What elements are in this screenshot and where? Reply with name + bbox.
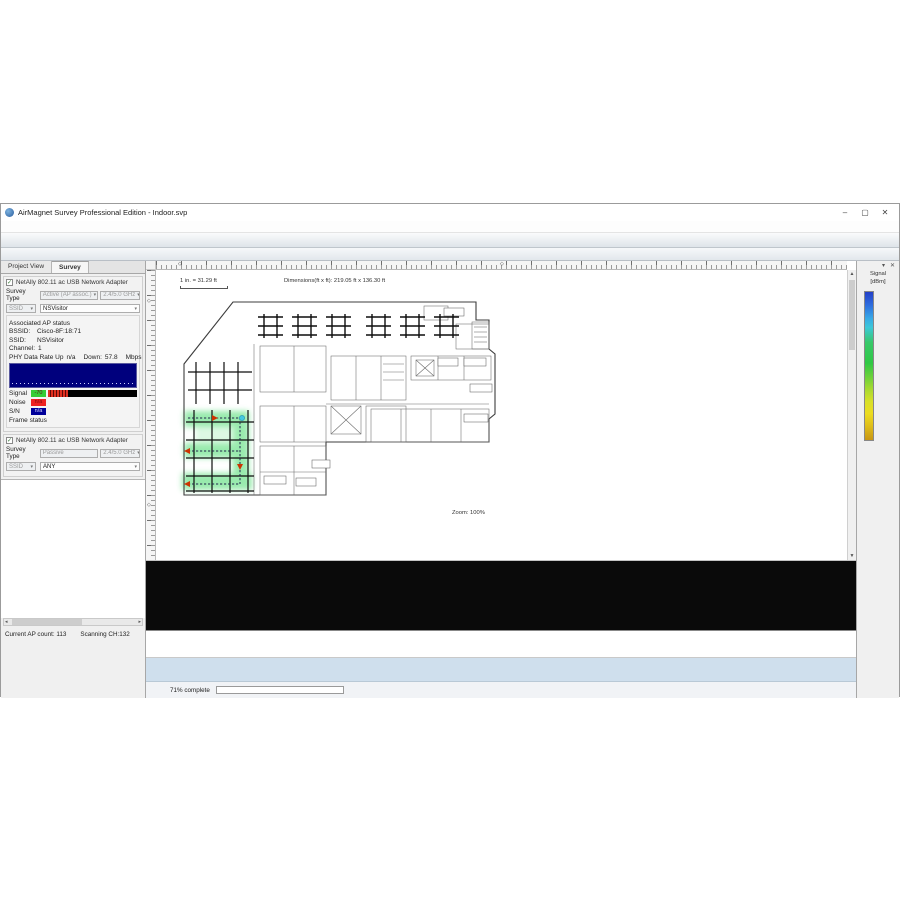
left-status-bar: Current AP count: 113 Scanning CH:132 — [1, 631, 145, 638]
vertical-ruler: ◇◇ — [146, 270, 156, 560]
adapter2-name: NetAlly 802.11 ac USB Network Adapter — [16, 437, 128, 444]
survey-type2-select[interactable]: Passive — [40, 449, 99, 458]
minimize-button[interactable]: – — [835, 205, 855, 221]
snr-label: S/N — [9, 408, 31, 415]
band-select[interactable]: 2.4/5.0 GHz▾ — [100, 291, 140, 300]
icon-toolbar — [1, 248, 899, 261]
frame-status-label: Frame status — [9, 417, 47, 424]
legend-pin-button[interactable]: ▾ — [879, 262, 888, 269]
legend-gradient-bar — [864, 291, 874, 441]
noise-label: Noise — [9, 399, 31, 406]
rate-unit: Mbps — [126, 354, 142, 361]
ap-status-title: Associated AP status — [9, 320, 70, 327]
ruler-corner — [146, 261, 156, 270]
channel-label: Channel: — [9, 345, 35, 352]
title-bar: AirMagnet Survey Professional Edition - … — [1, 204, 899, 221]
down-label: Down: — [83, 354, 101, 361]
adapter1-checkbox[interactable]: ✓ — [6, 279, 13, 286]
ssid2-select[interactable]: ANY▾ — [40, 462, 140, 471]
canvas-body[interactable]: 1 in. = 31.29 ft Dimensions(ft x ft): 21… — [156, 270, 847, 560]
app-icon — [5, 208, 14, 217]
ssid-value: NSVisitor — [37, 337, 64, 344]
legend-close-button[interactable]: ✕ — [888, 262, 897, 269]
adapter2-group: ✓ NetAlly 802.11 ac USB Network Adapter … — [3, 434, 143, 477]
ssid-mode-select[interactable]: SSID▾ — [6, 304, 36, 313]
adapter1-name: NetAlly 802.11 ac USB Network Adapter — [16, 279, 128, 286]
down-value: 57.8 — [105, 354, 118, 361]
bottom-panel — [146, 658, 856, 682]
left-panel: Project View Survey ✓ NetAlly 802.11 ac … — [1, 261, 146, 698]
channel-value: 1 — [38, 345, 42, 352]
floor-plan — [176, 294, 506, 514]
survey-position-marker — [239, 415, 244, 420]
signal-meter — [48, 390, 137, 397]
desk-rows-mid — [188, 362, 252, 404]
app-window: AirMagnet Survey Professional Edition - … — [0, 203, 900, 697]
horizontal-ruler: ◇◇ — [156, 261, 847, 270]
band2-select[interactable]: 2.4/5.0 GHz▾ — [100, 449, 140, 458]
center-column: ◇◇ ◇◇ 1 in. = 31.29 ft Dimensions(ft x f… — [146, 261, 856, 698]
signal-legend-panel: ▾ ✕ Signal [dBm] — [856, 261, 899, 698]
ap-list-table[interactable] — [1, 479, 145, 618]
bssid-value: Cisco-8F:18:71 — [37, 328, 81, 335]
tab-survey[interactable]: Survey — [52, 261, 89, 273]
tab-project-view[interactable]: Project View — [1, 261, 52, 273]
ap-count-text: Current AP count: 113 — [5, 631, 66, 638]
signal-history-graph — [9, 363, 137, 388]
close-button[interactable]: ✕ — [875, 205, 895, 221]
survey-type-label2: Survey Type — [6, 446, 40, 460]
page: AirMagnet Survey Professional Edition - … — [0, 0, 900, 900]
desk-clusters-top — [258, 314, 459, 338]
ssid-mode2-select[interactable]: SSID▾ — [6, 462, 36, 471]
dimensions-text: Dimensions(ft x ft): 219.05 ft x 136.30 … — [284, 278, 385, 284]
phy-label: PHY Data Rate Up — [9, 354, 63, 361]
bssid-label: BSSID: — [9, 328, 37, 335]
maximize-button[interactable]: ▢ — [855, 205, 875, 221]
canvas-vscrollbar[interactable]: ▲▼ — [847, 270, 856, 560]
survey-type-label: Survey Type — [6, 288, 40, 302]
progress-label: 71% complete — [170, 687, 210, 694]
phy-up-value: n/a — [66, 354, 75, 361]
zoom-level-text: Zoom: 100% — [452, 510, 485, 516]
adapter1-group: ✓ NetAlly 802.11 ac USB Network Adapter … — [3, 276, 143, 432]
ssid-label: SSID: — [9, 337, 37, 344]
ap-status-box: Associated AP status BSSID:Cisco-8F:18:7… — [6, 315, 140, 428]
spectrum-charts — [146, 561, 856, 631]
legend-unit: [dBm] — [857, 279, 899, 285]
ssid-select[interactable]: NSVisitor▾ — [40, 304, 140, 313]
floor-plan-canvas[interactable]: ◇◇ ◇◇ 1 in. = 31.29 ft Dimensions(ft x f… — [146, 261, 856, 561]
noise-badge: n/a — [31, 399, 46, 406]
progress-band: 71% complete — [146, 682, 856, 698]
outer-wall — [184, 302, 495, 495]
main-content: Project View Survey ✓ NetAlly 802.11 ac … — [1, 261, 899, 698]
scanning-text: Scanning CH:132 — [80, 631, 129, 638]
menu-bar — [1, 221, 899, 233]
left-panel-tabs: Project View Survey — [1, 261, 145, 274]
progress-bar — [216, 686, 344, 694]
mode-tab-bar — [1, 233, 899, 248]
interferer-table[interactable] — [146, 631, 856, 658]
signal-label: Signal — [9, 390, 31, 397]
legend-title: Signal — [857, 271, 899, 277]
scale-line — [180, 286, 228, 289]
ap-table-hscrollbar[interactable]: ◂▸ — [3, 618, 143, 626]
adapter2-checkbox[interactable]: ✓ — [6, 437, 13, 444]
scale-text: 1 in. = 31.29 ft — [180, 278, 217, 284]
signal-badge: -70 — [31, 390, 46, 397]
survey-type-select[interactable]: Active (AP assoc.)▾ — [40, 291, 99, 300]
window-title: AirMagnet Survey Professional Edition - … — [18, 208, 835, 217]
snr-badge: n/a — [31, 408, 46, 415]
